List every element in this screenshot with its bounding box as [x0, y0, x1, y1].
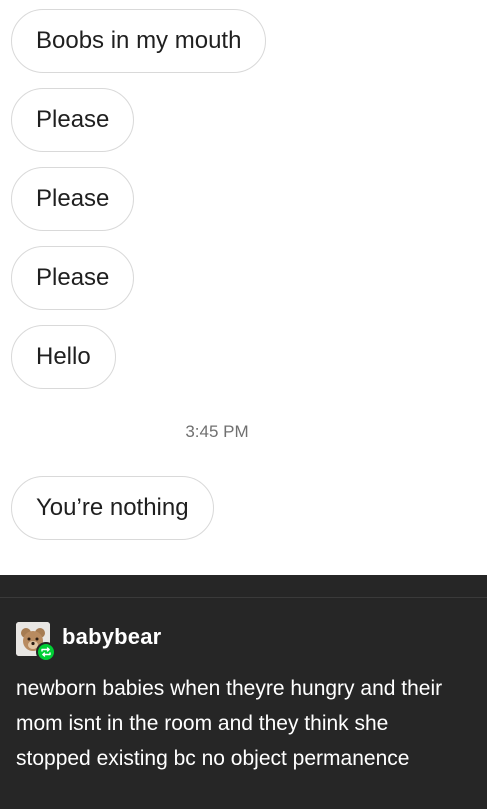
- post-username[interactable]: babybear: [62, 624, 161, 650]
- message-timestamp: 3:45 PM: [185, 422, 249, 441]
- tumblr-post: babybear newborn babies when theyre hung…: [0, 575, 487, 809]
- message-bubble[interactable]: Hello: [11, 325, 116, 389]
- chat-thread: Boobs in my mouth Please Please Please H…: [0, 0, 487, 575]
- message-text: Please: [36, 185, 110, 212]
- post-body: newborn babies when theyre hungry and th…: [16, 677, 443, 770]
- message-text: Hello: [36, 343, 91, 370]
- post-divider: [0, 597, 487, 598]
- message-text: Boobs in my mouth: [36, 27, 242, 54]
- message-bubble[interactable]: You’re nothing: [11, 476, 214, 540]
- message-bubble[interactable]: Please: [11, 88, 135, 152]
- message-bubble[interactable]: Please: [11, 246, 135, 310]
- reblog-icon: [36, 642, 56, 662]
- message-bubble[interactable]: Boobs in my mouth: [11, 9, 267, 73]
- message-bubble[interactable]: Please: [11, 167, 135, 231]
- message-text: Please: [36, 106, 110, 133]
- message-text: Please: [36, 264, 110, 291]
- message-text: You’re nothing: [36, 494, 189, 521]
